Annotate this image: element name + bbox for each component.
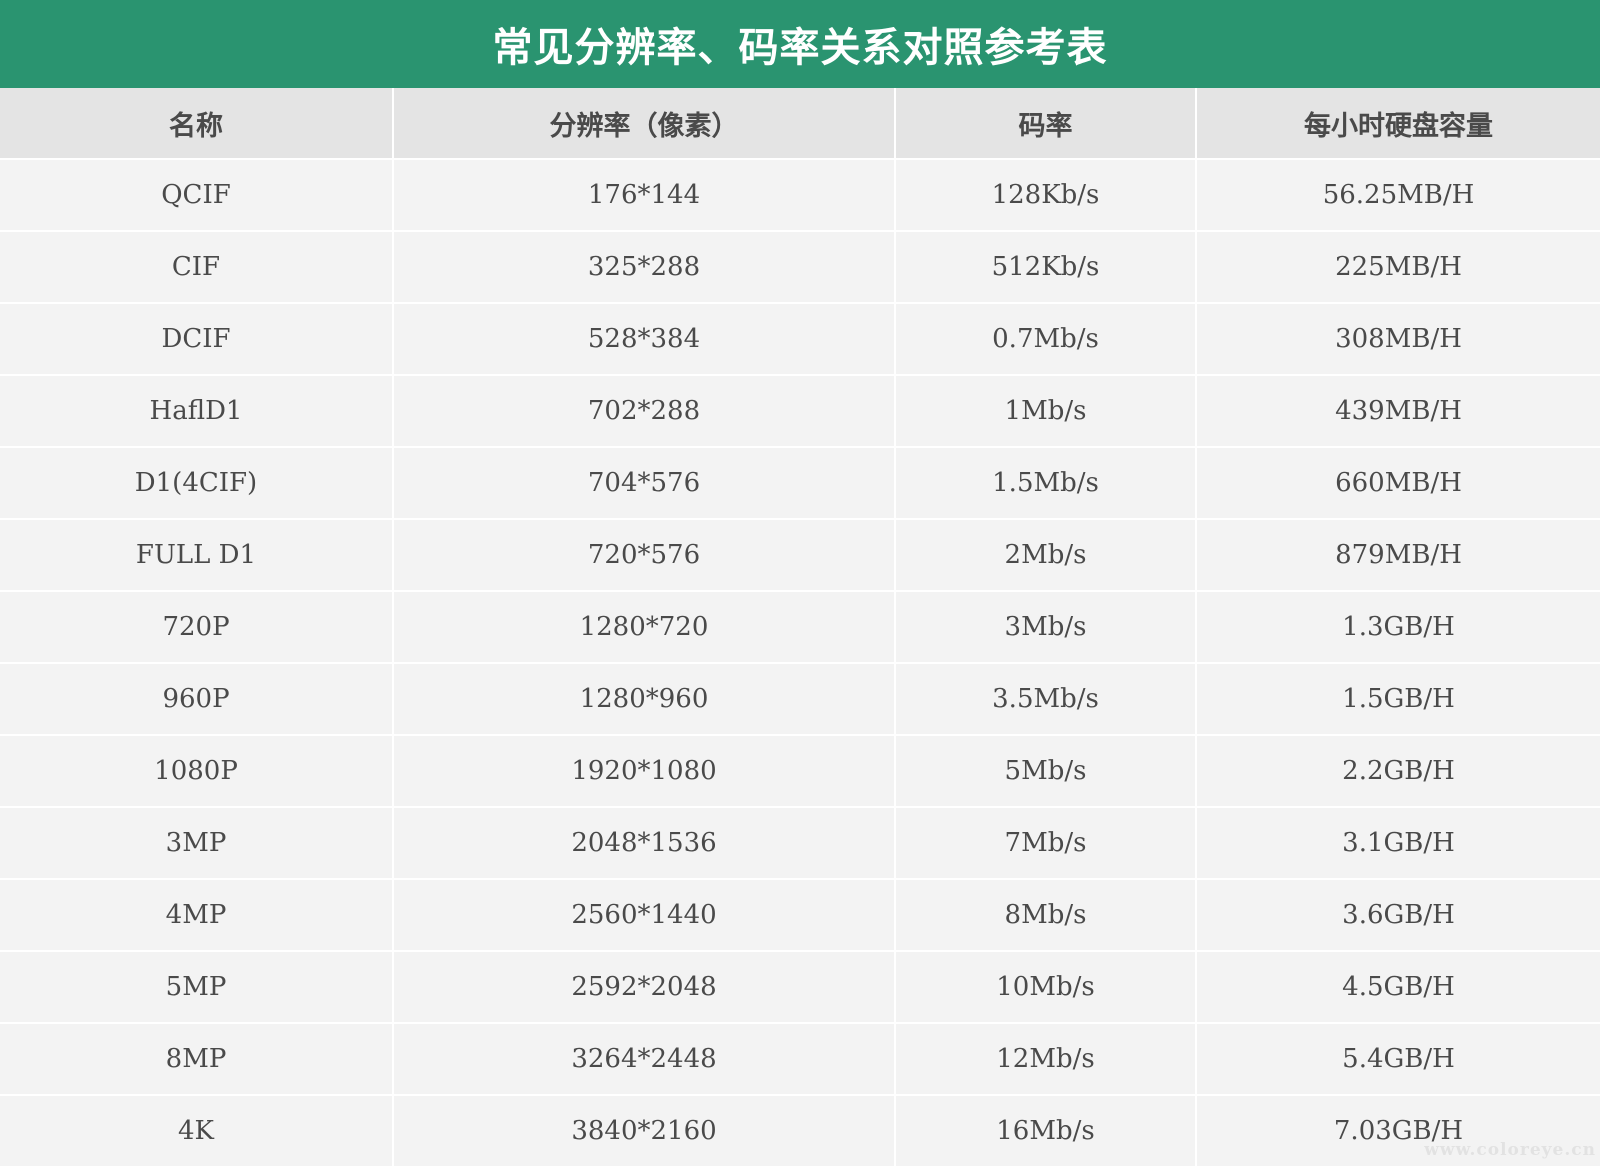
cell-storage: 3.6GB/H [1196,879,1600,952]
cell-name: HaflD1 [0,375,394,448]
cell-resolution: 2592*2048 [393,951,896,1024]
cell-name: 8MP [0,1023,394,1096]
cell-name: QCIF [0,159,394,232]
cell-storage: 4.5GB/H [1196,951,1600,1024]
cell-resolution: 3840*2160 [393,1095,896,1166]
table-row: 8MP 3264*2448 12Mb/s 5.4GB/H [0,1023,1600,1096]
cell-resolution: 1280*960 [393,663,896,736]
watermark: www.coloreye.cn [1424,1140,1596,1160]
cell-storage: 660MB/H [1196,447,1600,520]
cell-bitrate: 8Mb/s [895,879,1197,952]
cell-bitrate: 512Kb/s [895,231,1197,304]
cell-bitrate: 3.5Mb/s [895,663,1197,736]
table-row: 4K 3840*2160 16Mb/s 7.03GB/H [0,1095,1600,1166]
cell-name: 960P [0,663,394,736]
cell-resolution: 176*144 [393,159,896,232]
cell-storage: 225MB/H [1196,231,1600,304]
cell-resolution: 2048*1536 [393,807,896,880]
header-bitrate: 码率 [895,88,1197,160]
cell-bitrate: 7Mb/s [895,807,1197,880]
cell-resolution: 325*288 [393,231,896,304]
table-row: 960P 1280*960 3.5Mb/s 1.5GB/H [0,663,1600,736]
cell-resolution: 704*576 [393,447,896,520]
table-row: D1(4CIF) 704*576 1.5Mb/s 660MB/H [0,447,1600,520]
cell-bitrate: 2Mb/s [895,519,1197,592]
cell-name: 1080P [0,735,394,808]
resolution-bitrate-table: 名称 分辨率（像素） 码率 每小时硬盘容量 QCIF 176*144 128Kb… [0,88,1600,1166]
cell-name: 5MP [0,951,394,1024]
cell-resolution: 702*288 [393,375,896,448]
cell-name: FULL D1 [0,519,394,592]
table-body: QCIF 176*144 128Kb/s 56.25MB/H CIF 325*2… [0,159,1600,1166]
cell-bitrate: 5Mb/s [895,735,1197,808]
table-row: 4MP 2560*1440 8Mb/s 3.6GB/H [0,879,1600,952]
table-row: CIF 325*288 512Kb/s 225MB/H [0,231,1600,304]
cell-storage: 3.1GB/H [1196,807,1600,880]
title-bar: 常见分辨率、码率关系对照参考表 [0,0,1600,88]
cell-bitrate: 16Mb/s [895,1095,1197,1166]
cell-name: 3MP [0,807,394,880]
cell-bitrate: 12Mb/s [895,1023,1197,1096]
table-row: 5MP 2592*2048 10Mb/s 4.5GB/H [0,951,1600,1024]
cell-name: CIF [0,231,394,304]
header-row: 名称 分辨率（像素） 码率 每小时硬盘容量 [0,88,1600,160]
cell-name: 4MP [0,879,394,952]
cell-storage: 1.3GB/H [1196,591,1600,664]
cell-resolution: 3264*2448 [393,1023,896,1096]
table-row: 720P 1280*720 3Mb/s 1.3GB/H [0,591,1600,664]
cell-storage: 879MB/H [1196,519,1600,592]
header-name: 名称 [0,88,394,160]
cell-name: DCIF [0,303,394,376]
table-row: 1080P 1920*1080 5Mb/s 2.2GB/H [0,735,1600,808]
header-resolution: 分辨率（像素） [393,88,896,160]
cell-bitrate: 10Mb/s [895,951,1197,1024]
cell-bitrate: 1Mb/s [895,375,1197,448]
cell-name: 4K [0,1095,394,1166]
cell-resolution: 720*576 [393,519,896,592]
cell-resolution: 2560*1440 [393,879,896,952]
table-row: QCIF 176*144 128Kb/s 56.25MB/H [0,159,1600,232]
table-row: HaflD1 702*288 1Mb/s 439MB/H [0,375,1600,448]
cell-storage: 1.5GB/H [1196,663,1600,736]
cell-bitrate: 128Kb/s [895,159,1197,232]
cell-bitrate: 0.7Mb/s [895,303,1197,376]
cell-bitrate: 3Mb/s [895,591,1197,664]
cell-storage: 2.2GB/H [1196,735,1600,808]
page: 常见分辨率、码率关系对照参考表 名称 分辨率（像素） 码率 每小时硬盘容量 QC… [0,0,1600,1166]
cell-name: 720P [0,591,394,664]
cell-resolution: 528*384 [393,303,896,376]
cell-bitrate: 1.5Mb/s [895,447,1197,520]
table-row: DCIF 528*384 0.7Mb/s 308MB/H [0,303,1600,376]
table-row: FULL D1 720*576 2Mb/s 879MB/H [0,519,1600,592]
cell-resolution: 1920*1080 [393,735,896,808]
cell-storage: 5.4GB/H [1196,1023,1600,1096]
cell-storage: 308MB/H [1196,303,1600,376]
header-storage-per-hour: 每小时硬盘容量 [1196,88,1600,160]
cell-resolution: 1280*720 [393,591,896,664]
page-title: 常见分辨率、码率关系对照参考表 [492,25,1108,71]
cell-name: D1(4CIF) [0,447,394,520]
cell-storage: 56.25MB/H [1196,159,1600,232]
table-row: 3MP 2048*1536 7Mb/s 3.1GB/H [0,807,1600,880]
cell-storage: 439MB/H [1196,375,1600,448]
